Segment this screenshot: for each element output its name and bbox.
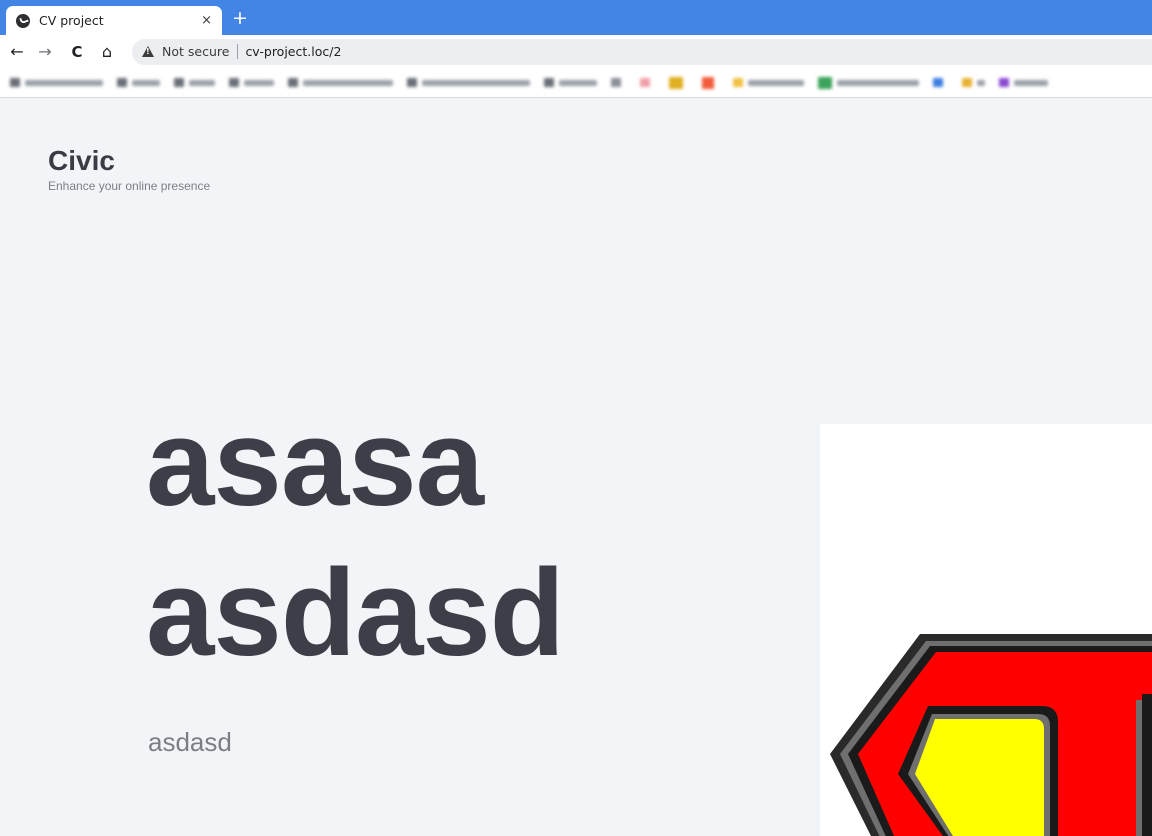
bookmark-item[interactable] xyxy=(702,76,719,89)
forward-arrow-icon[interactable]: → xyxy=(34,41,56,63)
hero-title-line-2: asdasd xyxy=(146,545,565,682)
bookmark-item[interactable] xyxy=(999,78,1048,87)
bookmark-item[interactable] xyxy=(544,78,597,87)
address-bar[interactable]: Not secure cv-project.loc/2 xyxy=(132,38,1152,65)
hero-title-line-1: asasa xyxy=(146,395,484,532)
bookmark-item[interactable] xyxy=(288,78,393,87)
bookmark-item[interactable] xyxy=(117,78,160,87)
back-arrow-icon[interactable]: ← xyxy=(6,41,28,63)
bookmark-item[interactable] xyxy=(818,76,919,89)
tab-title: CV project xyxy=(39,13,104,28)
warning-icon[interactable] xyxy=(142,46,154,57)
browser-tab[interactable]: CV project × xyxy=(6,6,222,35)
bookmark-item[interactable] xyxy=(407,78,530,87)
bookmark-item[interactable] xyxy=(733,78,804,87)
bookmark-item[interactable] xyxy=(962,78,985,87)
bookmark-item[interactable] xyxy=(174,78,215,87)
new-tab-button[interactable]: + xyxy=(230,7,250,29)
site-tagline: Enhance your online presence xyxy=(48,179,211,193)
url-text[interactable]: cv-project.loc/2 xyxy=(245,44,341,59)
site-favicon-icon xyxy=(16,13,30,28)
browser-toolbar: ← → C ⌂ Not secure cv-project.loc/2 xyxy=(0,35,1152,68)
reload-icon[interactable]: C xyxy=(66,41,88,63)
bookmark-item[interactable] xyxy=(10,78,103,87)
bookmark-item[interactable] xyxy=(933,78,948,87)
home-icon[interactable]: ⌂ xyxy=(96,41,118,63)
bookmark-item[interactable] xyxy=(229,78,274,87)
tab-close-button[interactable]: × xyxy=(201,13,212,28)
bookmark-item[interactable] xyxy=(669,76,688,89)
browser-tabstrip: CV project × + xyxy=(0,0,1152,35)
address-separator xyxy=(237,44,239,59)
site-brand[interactable]: Civic xyxy=(48,145,115,177)
superman-logo xyxy=(830,634,1152,836)
bookmarks-bar xyxy=(0,68,1152,98)
bookmark-item[interactable] xyxy=(611,78,626,87)
bookmark-item[interactable] xyxy=(640,78,655,87)
hero-subtitle: asdasd xyxy=(148,727,232,757)
page-content: Civic Enhance your online presence asasa… xyxy=(0,99,1152,836)
hero-image xyxy=(820,424,1152,836)
hero-title: asasa asdasd xyxy=(146,389,786,689)
security-label[interactable]: Not secure xyxy=(162,44,229,59)
